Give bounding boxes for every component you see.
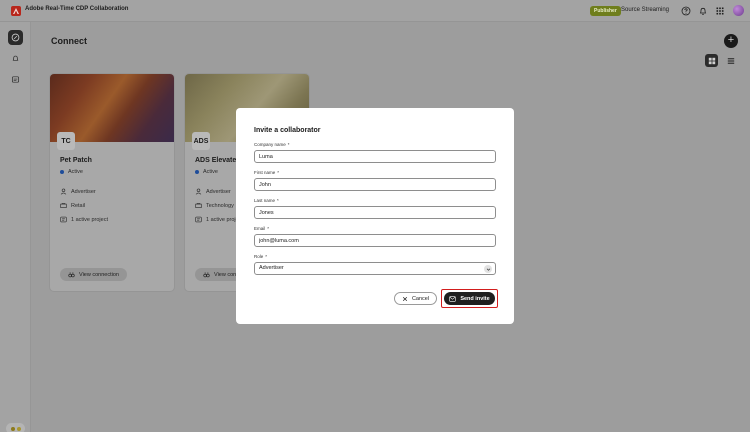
card-projects: 1 active project <box>71 216 108 223</box>
send-invite-label: Send invite <box>460 295 490 302</box>
first-name-label: First name * <box>254 170 279 175</box>
role-label: Role * <box>254 254 267 259</box>
required-mark: * <box>277 198 279 203</box>
binoculars-icon <box>203 272 210 278</box>
source-streaming-label[interactable]: Source Streaming <box>621 7 669 13</box>
app-title: Adobe Real-Time CDP Collaboration <box>25 6 129 12</box>
grid-view-button[interactable] <box>705 54 718 67</box>
bell-outline-icon <box>12 55 19 61</box>
connect-icon <box>11 33 20 42</box>
card-status-label: Active <box>203 169 218 175</box>
card-status: Active <box>195 169 218 175</box>
pet-patch-logo: TC <box>57 132 75 150</box>
role-label-text: Role <box>254 254 264 259</box>
page-title: Connect <box>51 36 87 46</box>
card-name: ADS Elevate <box>195 157 237 164</box>
role-select-value: Advertiser <box>259 265 284 271</box>
first-name-label-text: First name <box>254 170 276 175</box>
app-grid-icon[interactable] <box>715 6 725 16</box>
email-input[interactable] <box>254 234 496 247</box>
card-projects: 1 active proje <box>206 216 239 223</box>
company-name-input[interactable] <box>254 150 496 163</box>
card-name: Pet Patch <box>60 157 92 164</box>
project-icon <box>60 216 67 223</box>
industry-icon <box>195 203 202 208</box>
email-label-text: Email <box>254 226 266 231</box>
nav-connect[interactable] <box>8 30 23 45</box>
cancel-label: Cancel <box>411 295 430 302</box>
email-label: Email * <box>254 226 269 231</box>
card-projects-row: 1 active proje <box>195 216 239 223</box>
status-dot-icon <box>10 426 15 431</box>
dialog-title: Invite a collaborator <box>254 127 321 134</box>
status-dot-icon <box>16 426 21 431</box>
user-icon <box>60 188 67 195</box>
user-avatar[interactable] <box>733 5 744 16</box>
mail-icon <box>449 295 457 302</box>
left-nav-rail <box>0 22 31 432</box>
connection-card-pet-patch[interactable]: TC Pet Patch Active Advertiser Retail 1 … <box>49 73 175 292</box>
card-role-row: Advertiser <box>195 188 231 195</box>
invite-collaborator-dialog: Invite a collaborator Company name* Firs… <box>236 108 514 324</box>
card-industry-row: Retail <box>60 202 85 209</box>
list-view-button[interactable] <box>724 54 737 67</box>
status-dot-icon <box>60 170 64 174</box>
role-select[interactable]: Advertiser <box>254 262 496 275</box>
card-industry-row: Technology <box>195 202 234 209</box>
nav-projects[interactable] <box>8 72 23 87</box>
publisher-badge: Publisher <box>590 6 621 16</box>
industry-icon <box>60 203 67 208</box>
ads-elevate-logo: ADS <box>192 132 210 150</box>
required-mark: * <box>267 226 270 231</box>
status-dot-icon <box>195 170 199 174</box>
company-name-label: Company name * <box>254 142 290 147</box>
card-status-label: Active <box>68 169 83 175</box>
grid-view-icon <box>708 57 715 64</box>
send-invite-button[interactable]: Send invite <box>444 292 495 305</box>
binoculars-icon <box>68 272 75 278</box>
card-industry: Technology <box>206 202 234 209</box>
company-name-label-text: Company name <box>254 142 286 147</box>
last-name-label-text: Last name <box>254 198 276 203</box>
top-bar: Adobe Real-Time CDP Collaboration Publis… <box>0 0 750 22</box>
last-name-label: Last name * <box>254 198 279 203</box>
view-connection-button[interactable]: View connection <box>60 268 127 281</box>
status-pill[interactable] <box>6 423 25 432</box>
nav-notifications[interactable] <box>8 51 23 66</box>
card-projects-row: 1 active project <box>60 216 108 223</box>
card-industry: Retail <box>71 202 86 209</box>
view-connection-label: View connection <box>79 271 119 278</box>
help-icon[interactable] <box>681 6 691 16</box>
card-status: Active <box>60 169 83 175</box>
project-icon <box>195 216 202 223</box>
add-connection-button[interactable]: + <box>724 34 738 48</box>
user-icon <box>195 188 202 195</box>
card-role-row: Advertiser <box>60 188 96 195</box>
projects-icon <box>11 76 20 83</box>
required-mark: * <box>277 170 280 175</box>
close-icon <box>402 296 407 301</box>
view-connection-label: View con <box>214 271 237 278</box>
required-mark: * <box>287 142 290 147</box>
adobe-logo-icon[interactable] <box>11 6 21 16</box>
card-role: Advertiser <box>206 188 231 195</box>
required-mark: * <box>265 254 268 259</box>
chevron-down-icon[interactable] <box>484 265 492 273</box>
first-name-input[interactable] <box>254 178 496 191</box>
cancel-button[interactable]: Cancel <box>394 292 437 305</box>
list-view-icon <box>727 57 734 64</box>
bell-icon[interactable] <box>698 6 708 16</box>
card-role: Advertiser <box>71 188 96 195</box>
last-name-input[interactable] <box>254 206 496 219</box>
